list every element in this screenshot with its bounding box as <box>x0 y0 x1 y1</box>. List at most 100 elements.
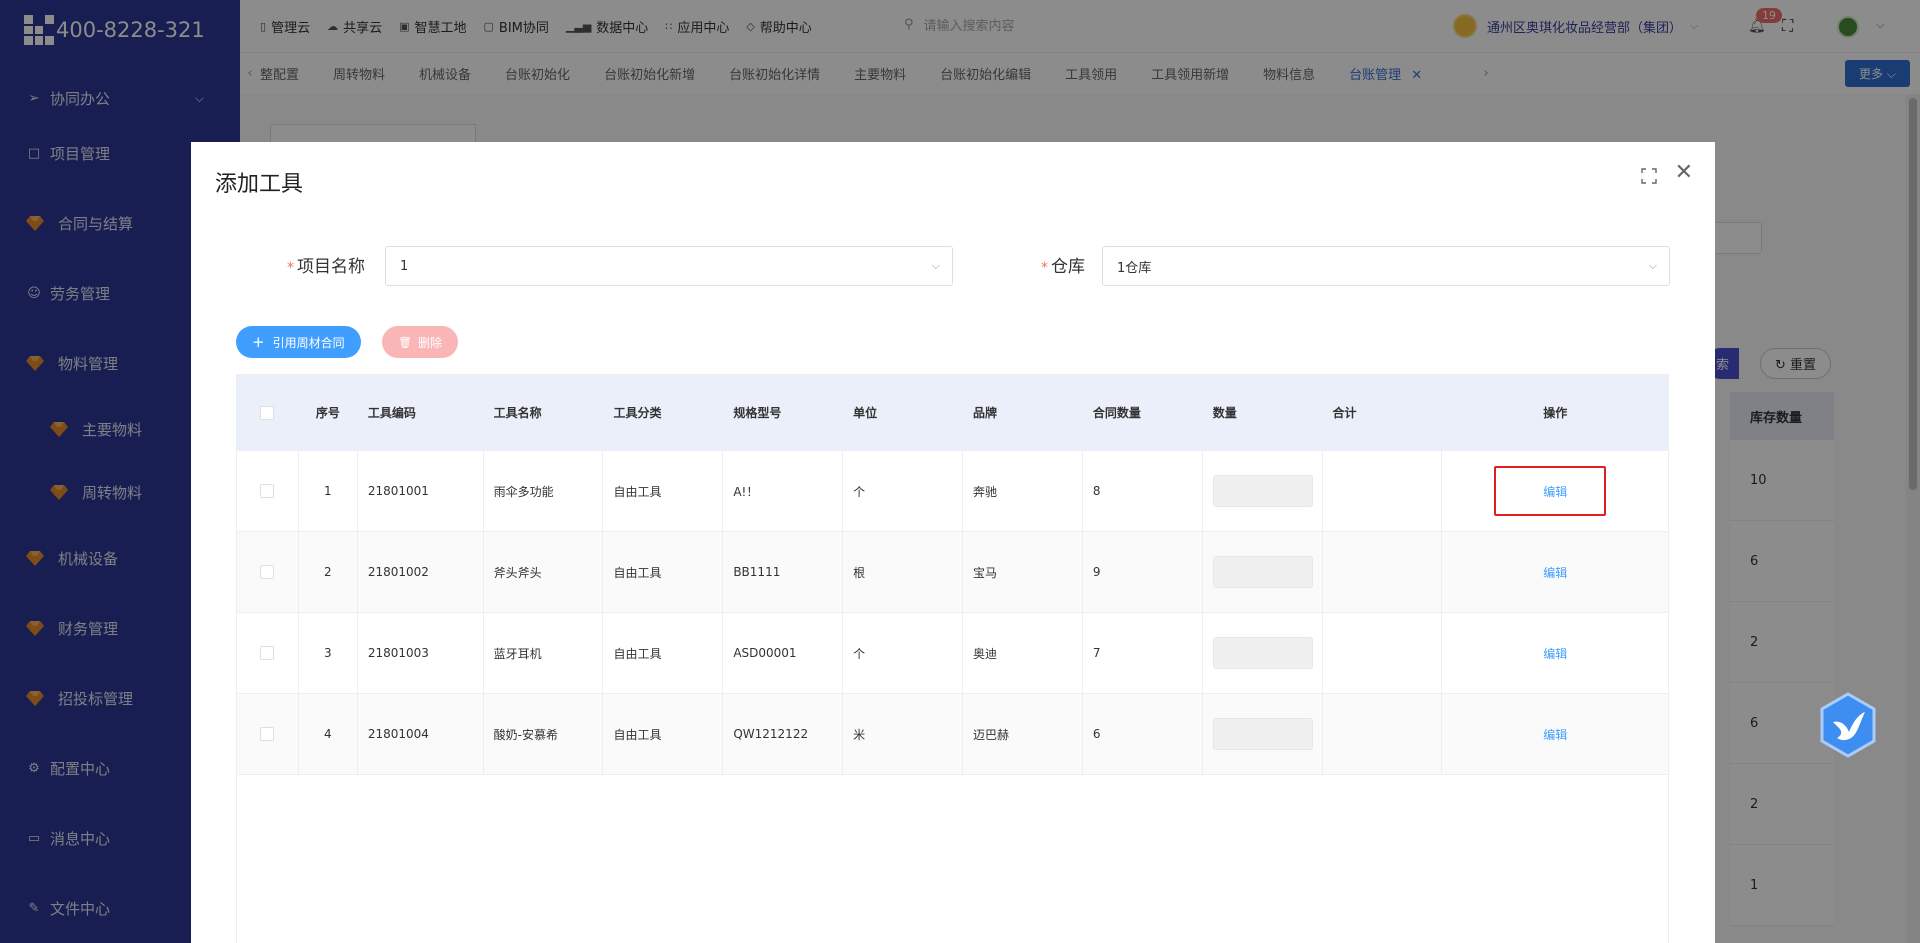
project-name-label-text: 项目名称 <box>297 257 365 277</box>
required-mark: * <box>1041 260 1048 276</box>
cell-index: 2 <box>299 532 358 612</box>
cell-unit: 米 <box>843 694 964 774</box>
warehouse-label-text: 仓库 <box>1051 257 1085 277</box>
cell-index: 4 <box>299 694 358 774</box>
cell-operation: 编辑 <box>1442 532 1668 612</box>
edit-link[interactable]: 编辑 <box>1543 564 1567 581</box>
header-cell: 工具编码 <box>358 375 484 450</box>
header-cell: 操作 <box>1543 406 1568 420</box>
cite-contract-button[interactable]: + 引用周材合同 <box>236 326 361 358</box>
table-row: 3 21801003 蓝牙耳机 自由工具 ASD00001 个 奥迪 7 编辑 <box>237 613 1668 694</box>
quantity-input[interactable] <box>1212 718 1313 750</box>
trash-icon: 🗑︎ <box>398 335 412 349</box>
plus-icon: + <box>252 333 265 351</box>
cell-qty <box>1203 451 1323 531</box>
warehouse-value: 1仓库 <box>1117 260 1152 276</box>
cell-spec: QW1212122 <box>723 694 844 774</box>
cell-total <box>1323 694 1443 774</box>
cell-code: 21801001 <box>358 451 484 531</box>
warehouse-select[interactable]: 1仓库 ⌵ <box>1102 246 1670 286</box>
cell-brand: 迈巴赫 <box>963 694 1083 774</box>
project-name-select[interactable]: 1 ⌵ <box>385 246 953 286</box>
cell-category: 自由工具 <box>603 451 724 531</box>
cell-qty <box>1203 694 1323 774</box>
quantity-input[interactable] <box>1212 475 1313 507</box>
delete-button[interactable]: 🗑︎ 删除 <box>382 326 458 358</box>
row-checkbox-cell <box>237 451 299 531</box>
cell-qty <box>1203 613 1323 693</box>
close-icon[interactable]: ✕ <box>1675 162 1693 184</box>
select-all-checkbox[interactable] <box>260 405 275 420</box>
row-checkbox-cell <box>237 532 299 612</box>
chevron-down-icon: ⌵ <box>1648 259 1657 272</box>
quantity-input[interactable] <box>1212 637 1313 669</box>
cell-unit: 根 <box>843 532 964 612</box>
header-cell: 数量 <box>1203 375 1323 450</box>
table-header: 序号 工具编码 工具名称 工具分类 规格型号 单位 品牌 合同数量 数量 合计 … <box>237 375 1668 451</box>
cell-category: 自由工具 <box>603 532 724 612</box>
table-row: 4 21801004 酸奶-安慕希 自由工具 QW1212122 米 迈巴赫 6… <box>237 694 1668 775</box>
cell-contract-qty: 7 <box>1083 613 1203 693</box>
cell-brand: 奔驰 <box>963 451 1083 531</box>
header-cell: 品牌 <box>963 375 1083 450</box>
header-cell: 合计 <box>1323 375 1443 450</box>
cell-name: 雨伞多功能 <box>484 451 604 531</box>
cell-code: 21801004 <box>358 694 484 774</box>
cell-contract-qty: 8 <box>1083 451 1203 531</box>
cell-category: 自由工具 <box>603 613 724 693</box>
row-checkbox-cell <box>237 694 299 774</box>
cell-operation: 编辑 <box>1442 694 1668 774</box>
cell-code: 21801003 <box>358 613 484 693</box>
header-cell: 单位 <box>843 375 964 450</box>
cell-spec: ASD00001 <box>723 613 844 693</box>
highlight-box <box>1494 466 1606 516</box>
edit-link[interactable]: 编辑 <box>1543 645 1567 662</box>
header-cell: 规格型号 <box>723 375 844 450</box>
cell-contract-qty: 9 <box>1083 532 1203 612</box>
header-cell: 合同数量 <box>1083 375 1203 450</box>
project-name-label: * 项目名称 <box>287 252 365 277</box>
chevron-down-icon: ⌵ <box>931 259 940 272</box>
required-mark: * <box>287 260 294 276</box>
cell-qty <box>1203 532 1323 612</box>
edit-link[interactable]: 编辑 <box>1543 726 1567 743</box>
cell-spec: A!！ <box>723 451 844 531</box>
cell-contract-qty: 6 <box>1083 694 1203 774</box>
assistant-bird-icon[interactable] <box>1819 692 1877 758</box>
cite-contract-label: 引用周材合同 <box>272 335 345 350</box>
cell-index: 3 <box>299 613 358 693</box>
header-cell: 工具分类 <box>603 375 724 450</box>
cell-category: 自由工具 <box>603 694 724 774</box>
cell-brand: 奥迪 <box>963 613 1083 693</box>
cell-unit: 个 <box>843 451 964 531</box>
cell-name: 蓝牙耳机 <box>484 613 604 693</box>
delete-label: 删除 <box>417 335 442 350</box>
cell-name: 酸奶-安慕希 <box>484 694 604 774</box>
cell-name: 斧头斧头 <box>484 532 604 612</box>
cell-spec: BB1111 <box>723 532 844 612</box>
header-cell: 序号 <box>299 375 358 450</box>
dialog-title: 添加工具 <box>215 172 304 197</box>
table-row: 1 21801001 雨伞多功能 自由工具 A!！ 个 奔驰 8 编辑 <box>237 451 1668 532</box>
tools-table: 序号 工具编码 工具名称 工具分类 规格型号 单位 品牌 合同数量 数量 合计 … <box>236 374 1669 943</box>
cell-brand: 宝马 <box>963 532 1083 612</box>
warehouse-label: * 仓库 <box>1041 252 1085 277</box>
quantity-input[interactable] <box>1212 556 1313 588</box>
project-name-value: 1 <box>400 258 409 274</box>
row-checkbox[interactable] <box>260 565 275 579</box>
row-checkbox-cell <box>237 613 299 693</box>
cell-operation: 编辑 <box>1442 613 1668 693</box>
header-cell: 工具名称 <box>484 375 604 450</box>
add-tool-dialog: 添加工具 ✕ * 项目名称 1 ⌵ * 仓库 1仓库 ⌵ + 引用周材合同 🗑︎ 删… <box>191 142 1715 943</box>
cell-total <box>1323 451 1443 531</box>
cell-unit: 个 <box>843 613 964 693</box>
table-row: 2 21801002 斧头斧头 自由工具 BB1111 根 宝马 9 编辑 <box>237 532 1668 613</box>
row-checkbox[interactable] <box>260 646 275 660</box>
cell-total <box>1323 532 1443 612</box>
header-checkbox-cell <box>237 375 299 450</box>
cell-index: 1 <box>299 451 358 531</box>
row-checkbox[interactable] <box>260 727 275 741</box>
cell-code: 21801002 <box>358 532 484 612</box>
row-checkbox[interactable] <box>260 484 275 498</box>
maximize-icon[interactable] <box>1641 168 1657 184</box>
